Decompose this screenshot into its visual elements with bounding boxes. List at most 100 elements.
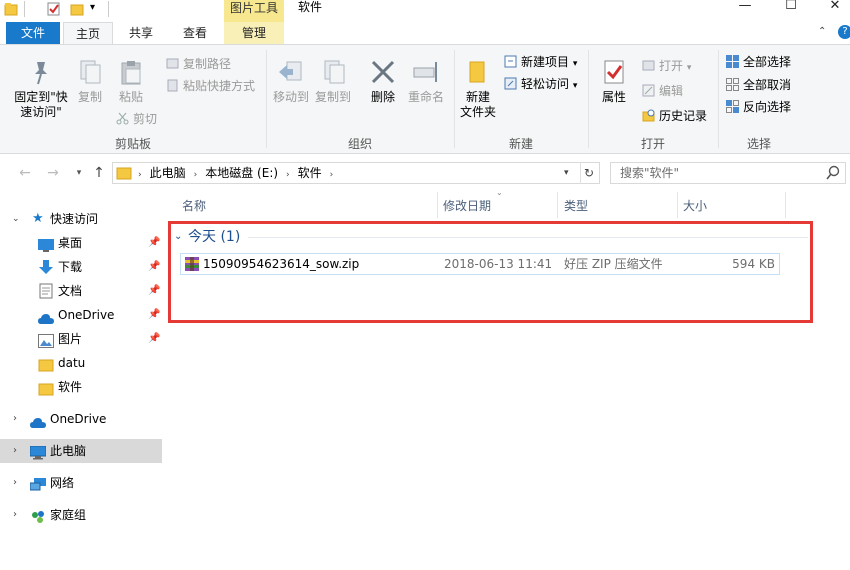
nav-item-documents[interactable]: 文档 📌 (0, 279, 160, 303)
select-none-label: 全部取消 (743, 78, 792, 92)
scissors-icon (116, 111, 129, 125)
copy-label: 复制 (77, 90, 102, 104)
tab-file[interactable]: 文件 (6, 22, 60, 44)
breadcrumb-drive-e[interactable]: 本地磁盘 (E:) (205, 166, 278, 180)
column-divider[interactable] (557, 192, 558, 218)
nav-item-desktop[interactable]: 桌面 📌 (0, 231, 160, 255)
tab-view[interactable]: 查看 (170, 22, 220, 44)
easy-access-button[interactable]: 轻松访问 ▾ (504, 74, 577, 94)
nav-onedrive[interactable]: › OneDrive (0, 407, 160, 431)
nav-item-software[interactable]: 软件 (0, 375, 160, 399)
nav-network[interactable]: › 网络 (0, 471, 160, 495)
copy-to-icon (319, 58, 347, 86)
move-to-label: 移动到 (272, 90, 309, 104)
forward-button[interactable]: → (44, 164, 62, 182)
close-button[interactable]: ✕ (812, 0, 850, 16)
nav-homegroup[interactable]: › 家庭组 (0, 503, 160, 527)
move-to-icon (277, 58, 305, 86)
highlight-box (168, 221, 813, 323)
tab-share[interactable]: 共享 (116, 22, 166, 44)
minimize-button[interactable]: — (722, 0, 768, 16)
pin-icon: 📌 (148, 261, 161, 272)
pin-quick-access-button[interactable]: 固定到"快 速访问" (10, 58, 72, 120)
help-icon[interactable]: ? (838, 25, 850, 39)
customize-quick-access-icon[interactable]: ▾ (90, 1, 102, 15)
edit-icon (642, 83, 655, 97)
move-to-button[interactable]: 移动到 (272, 58, 310, 105)
chevron-right-icon[interactable]: › (13, 439, 17, 463)
delete-label: 删除 (370, 90, 395, 104)
copy-path-icon (166, 56, 179, 69)
select-none-button[interactable]: 全部取消 (726, 75, 791, 95)
rename-button[interactable]: 重命名 (404, 58, 448, 105)
paste-shortcut-button[interactable]: 粘贴快捷方式 (166, 76, 255, 96)
back-button[interactable]: ← (16, 164, 34, 182)
breadcrumb-this-pc[interactable]: 此电脑 (150, 166, 186, 180)
nav-this-pc[interactable]: › 此电脑 (0, 439, 162, 463)
nav-item-onedrive-pinned[interactable]: OneDrive 📌 (0, 303, 160, 327)
rename-icon (412, 58, 440, 86)
up-button[interactable]: ↑ (90, 164, 108, 182)
nav-quick-access[interactable]: ⌄ ★ 快速访问 (0, 207, 160, 231)
download-icon (38, 259, 54, 275)
pin-icon: 📌 (148, 333, 161, 344)
cloud-icon (38, 309, 54, 324)
maximize-button[interactable]: ☐ (768, 0, 814, 16)
search-icon[interactable] (826, 165, 840, 181)
invert-selection-label: 反向选择 (743, 100, 792, 114)
open-button[interactable]: 打开 ▾ (642, 56, 691, 76)
tab-manage[interactable]: 管理 (228, 22, 280, 44)
group-divider (454, 50, 455, 148)
tab-home[interactable]: 主页 (63, 22, 113, 44)
column-divider[interactable] (785, 192, 786, 218)
select-all-button[interactable]: 全部选择 (726, 52, 791, 72)
column-header-size[interactable]: 大小 (683, 196, 783, 216)
nav-item-label: OneDrive (58, 308, 115, 322)
nav-item-datu[interactable]: datu (0, 351, 160, 375)
nav-item-downloads[interactable]: 下载 📌 (0, 255, 160, 279)
history-button[interactable]: 历史记录 (642, 106, 707, 126)
properties-button[interactable]: 属性 (596, 58, 632, 105)
address-dropdown-icon[interactable]: ▾ (564, 165, 578, 181)
invert-selection-icon (726, 99, 739, 113)
properties-icon[interactable] (47, 2, 61, 16)
column-divider[interactable] (677, 192, 678, 218)
cut-button[interactable]: 剪切 (116, 109, 157, 129)
clipboard-group-label: 剪贴板 (114, 137, 151, 151)
copy-path-button[interactable]: 复制路径 (166, 54, 231, 74)
chevron-down-icon[interactable]: ⌄ (12, 207, 20, 231)
select-all-icon (726, 54, 739, 68)
new-item-button[interactable]: 新建项目 ▾ (504, 52, 577, 72)
chevron-right-icon[interactable]: › (13, 503, 17, 527)
paste-button[interactable]: 粘贴 (114, 58, 148, 105)
chevron-right-icon[interactable]: › (13, 471, 17, 495)
column-header-type[interactable]: 类型 (564, 196, 674, 216)
select-group-label: 选择 (746, 137, 771, 151)
edit-button[interactable]: 编辑 (642, 81, 683, 101)
copy-to-button[interactable]: 复制到 (314, 58, 352, 105)
refresh-icon[interactable]: ↻ (584, 164, 598, 182)
column-header-name[interactable]: 名称 (182, 196, 437, 216)
ribbon-collapse-icon[interactable]: ⌃ (818, 26, 830, 38)
desktop-icon (38, 236, 54, 252)
nav-homegroup-label: 家庭组 (50, 508, 87, 522)
recent-locations-icon[interactable]: ▾ (70, 164, 88, 182)
folder-icon[interactable] (4, 2, 18, 16)
new-folder-icon[interactable] (70, 2, 84, 16)
star-icon: ★ (32, 211, 44, 226)
cut-label: 剪切 (133, 112, 158, 126)
copy-to-label: 复制到 (314, 90, 351, 104)
column-header-date[interactable]: 修改日期 (443, 196, 555, 216)
breadcrumb: › 此电脑 › 本地磁盘 (E:) › 软件 › (138, 166, 334, 180)
search-input[interactable]: 搜索"软件" (620, 162, 679, 184)
copy-button[interactable]: 复制 (74, 58, 106, 105)
nav-item-pictures[interactable]: 图片 📌 (0, 327, 160, 351)
chevron-right-icon[interactable]: › (13, 407, 17, 431)
new-folder-button[interactable]: 新建 文件夹 (458, 58, 498, 120)
column-divider[interactable] (437, 192, 438, 218)
paste-icon (117, 58, 145, 86)
nav-item-label: 桌面 (58, 236, 83, 250)
invert-selection-button[interactable]: 反向选择 (726, 97, 791, 117)
delete-button[interactable]: 删除 (366, 58, 400, 105)
breadcrumb-software[interactable]: 软件 (298, 166, 322, 180)
